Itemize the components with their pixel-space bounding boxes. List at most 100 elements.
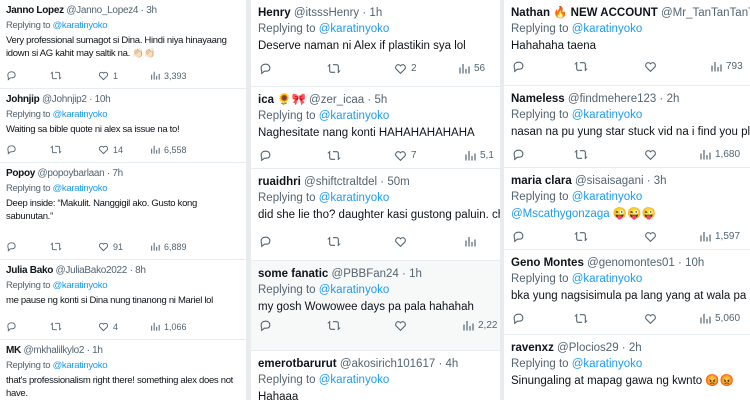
mention-link[interactable]: @karatinyoko — [572, 273, 642, 285]
mention-link[interactable]: @karatinyoko — [53, 360, 108, 371]
mention-link[interactable]: @karatinyoko — [572, 109, 642, 121]
tweet[interactable]: ruaidhri @shiftctraltdel · 50m Replying … — [251, 169, 500, 261]
retweet-button[interactable] — [574, 312, 588, 325]
author-handle[interactable]: @popoybarlaan — [38, 168, 105, 179]
author-handle[interactable]: @findmehere123 — [568, 93, 656, 105]
timestamp[interactable]: 10h — [95, 94, 111, 105]
retweet-button[interactable] — [574, 230, 588, 243]
like-button[interactable] — [644, 60, 657, 73]
author-name[interactable]: ica 🌻🎀 — [258, 94, 306, 106]
tweet[interactable]: ica 🌻🎀 @zer_icaa · 5h Replying to @karat… — [251, 87, 500, 169]
like-button[interactable]: 2 — [394, 62, 417, 75]
author-name[interactable]: MK — [6, 345, 21, 356]
timestamp[interactable]: 3h — [146, 5, 157, 16]
mention-link[interactable]: @karatinyoko — [319, 284, 389, 296]
author-name[interactable]: Geno Montes — [511, 257, 584, 269]
views-button[interactable]: 56 — [458, 62, 485, 75]
author-name[interactable]: emerotbarurut — [258, 358, 337, 370]
retweet-button[interactable] — [574, 148, 588, 161]
retweet-button[interactable] — [50, 70, 62, 81]
like-button[interactable] — [644, 148, 657, 161]
author-handle[interactable]: @Plocios29 — [557, 342, 619, 354]
mention-link[interactable]: @karatinyoko — [319, 374, 389, 386]
timestamp[interactable]: 10h — [685, 257, 704, 269]
mention-link[interactable]: @karatinyoko — [572, 191, 642, 203]
views-button[interactable] — [464, 235, 476, 248]
mention-link[interactable]: @karatinyoko — [319, 110, 389, 122]
like-button[interactable] — [394, 235, 407, 248]
timestamp[interactable]: 7h — [112, 168, 123, 179]
retweet-button[interactable] — [50, 241, 62, 252]
retweet-button[interactable] — [574, 60, 588, 73]
views-button[interactable]: 3,393 — [150, 70, 187, 81]
reply-button[interactable] — [512, 60, 525, 73]
author-name[interactable]: Nameless — [511, 93, 565, 105]
reply-button[interactable] — [259, 62, 272, 75]
reply-button[interactable] — [512, 230, 525, 243]
like-button[interactable]: 14 — [98, 144, 123, 155]
tweet[interactable]: maria clara @sisaisagani · 3h Replying t… — [504, 168, 750, 250]
author-handle[interactable]: @genomontes01 — [587, 257, 675, 269]
author-handle[interactable]: @itsssHenry — [294, 7, 359, 19]
timestamp[interactable]: 5h — [374, 94, 387, 106]
author-name[interactable]: Nathan 🔥 NEW ACCOUNT — [511, 7, 658, 19]
retweet-button[interactable] — [50, 321, 62, 332]
tweet[interactable]: Janno Lopez @Janno_Lopez4 · 3h Replying … — [0, 0, 246, 89]
author-name[interactable]: some fanatic — [258, 268, 328, 280]
retweet-button[interactable] — [327, 235, 341, 248]
tweet[interactable]: Popoy @popoybarlaan · 7h Replying to @ka… — [0, 163, 246, 260]
views-button[interactable]: 1,597 — [699, 230, 740, 243]
retweet-button[interactable] — [327, 149, 341, 162]
author-name[interactable]: ruaidhri — [258, 176, 301, 188]
author-name[interactable]: Janno Lopez — [6, 5, 64, 16]
timestamp[interactable]: 1h — [369, 7, 382, 19]
views-button[interactable]: 793 — [710, 60, 743, 73]
reply-button[interactable] — [6, 70, 17, 81]
tweet[interactable]: Johnjip @Johnjip2 · 10h Replying to @kar… — [0, 89, 246, 163]
retweet-button[interactable] — [327, 319, 341, 332]
mention-link[interactable]: @karatinyoko — [53, 280, 108, 291]
reply-button[interactable] — [259, 149, 272, 162]
like-button[interactable]: 7 — [394, 149, 417, 162]
tweet[interactable]: MK @mkhalilkylo2 · 1h Replying to @karat… — [0, 340, 246, 400]
reply-button[interactable] — [259, 235, 272, 248]
timestamp[interactable]: 4h — [446, 358, 459, 370]
timestamp[interactable]: 2h — [667, 93, 680, 105]
author-handle[interactable]: @Mr_TanTanTanT — [661, 7, 750, 19]
author-name[interactable]: Henry — [258, 7, 291, 19]
views-button[interactable]: 5,060 — [699, 312, 740, 325]
tweet[interactable]: Henry @itsssHenry · 1h Replying to @kara… — [251, 0, 500, 87]
tweet[interactable]: some fanatic @PBBFan24 · 1h Replying to … — [251, 261, 500, 351]
timestamp[interactable]: 1h — [409, 268, 422, 280]
tweet-text[interactable]: @Mscathygonzaga 😜😜😜 — [511, 207, 750, 222]
tweet[interactable]: Nameless @findmehere123 · 2h Replying to… — [504, 86, 750, 168]
reply-button[interactable] — [6, 241, 17, 252]
reply-button[interactable] — [512, 312, 525, 325]
retweet-button[interactable] — [50, 144, 62, 155]
mention-link[interactable]: @karatinyoko — [572, 23, 642, 35]
views-button[interactable]: 6,889 — [150, 241, 187, 252]
views-button[interactable]: 6,558 — [150, 144, 187, 155]
author-name[interactable]: Julia Bako — [6, 265, 53, 276]
mention-link[interactable]: @karatinyoko — [53, 183, 108, 194]
like-button[interactable] — [394, 319, 407, 332]
tweet[interactable]: emerotbarurut @akosirich101617 · 4h Repl… — [251, 351, 500, 400]
views-button[interactable]: 2,22 — [462, 319, 497, 332]
like-button[interactable]: 1 — [98, 70, 118, 81]
reply-button[interactable] — [512, 148, 525, 161]
mention-link[interactable]: @karatinyoko — [319, 192, 389, 204]
timestamp[interactable]: 50m — [387, 176, 409, 188]
mention-link[interactable]: @karatinyoko — [53, 20, 108, 31]
like-button[interactable]: 91 — [98, 241, 123, 252]
author-name[interactable]: Johnjip — [6, 94, 40, 105]
author-handle[interactable]: @JuliaBako2022 — [56, 265, 128, 276]
reply-button[interactable] — [6, 144, 17, 155]
author-handle[interactable]: @zer_icaa — [309, 94, 364, 106]
views-button[interactable]: 1,680 — [699, 148, 740, 161]
tweet[interactable]: Geno Montes @genomontes01 · 10h Replying… — [504, 250, 750, 335]
timestamp[interactable]: 1h — [92, 345, 103, 356]
author-name[interactable]: maria clara — [511, 175, 572, 187]
author-handle[interactable]: @PBBFan24 — [332, 268, 399, 280]
views-button[interactable]: 5,1 — [464, 149, 494, 162]
retweet-button[interactable] — [327, 62, 341, 75]
